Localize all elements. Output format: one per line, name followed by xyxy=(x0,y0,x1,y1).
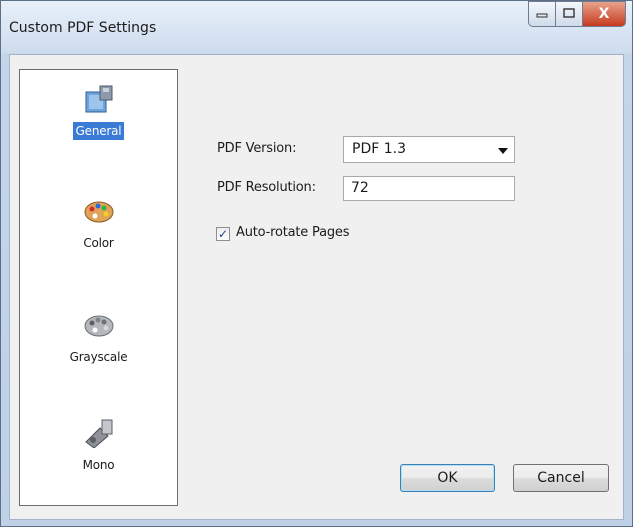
auto-rotate-label[interactable]: Auto-rotate Pages xyxy=(236,225,349,240)
pdf-version-value: PDF 1.3 xyxy=(352,141,406,157)
window-title: Custom PDF Settings xyxy=(9,20,157,36)
pdf-version-select[interactable]: PDF 1.3 xyxy=(343,136,515,163)
mono-icon xyxy=(82,418,116,448)
dialog-client-area: General Color Grayscale Mono PDF Version… xyxy=(9,54,624,520)
auto-rotate-checkbox[interactable]: ✓ xyxy=(216,227,230,241)
sidebar-item-color[interactable]: Color xyxy=(20,196,177,252)
caption-buttons: X xyxy=(528,1,626,27)
sidebar-item-general[interactable]: General xyxy=(20,84,177,140)
dialog-window: Custom PDF Settings X General Color Gray… xyxy=(0,0,633,527)
grayscale-palette-icon xyxy=(82,310,116,340)
sidebar-item-label: Grayscale xyxy=(69,350,128,364)
sidebar-item-label: Color xyxy=(83,236,114,250)
chevron-down-icon[interactable] xyxy=(498,148,508,154)
maximize-button[interactable] xyxy=(556,1,583,27)
check-mark-icon: ✓ xyxy=(217,227,229,241)
pdf-resolution-value: 72 xyxy=(351,180,369,196)
cancel-button[interactable]: Cancel xyxy=(513,464,609,492)
color-palette-icon xyxy=(82,196,116,226)
ok-button[interactable]: OK xyxy=(400,464,495,492)
sidebar-item-label: General xyxy=(72,122,125,140)
pdf-version-label: PDF Version: xyxy=(217,141,297,156)
title-bar[interactable]: Custom PDF Settings X xyxy=(1,1,632,53)
pdf-resolution-label: PDF Resolution: xyxy=(217,180,316,195)
general-settings-icon xyxy=(82,84,116,114)
minimize-button[interactable] xyxy=(528,1,556,27)
sidebar-item-label: Mono xyxy=(82,458,115,472)
pdf-resolution-input[interactable]: 72 xyxy=(343,176,515,201)
maximize-icon xyxy=(563,7,575,21)
close-icon: X xyxy=(598,6,610,22)
sidebar-item-mono[interactable]: Mono xyxy=(20,418,177,474)
minimize-icon xyxy=(536,7,548,21)
settings-sidebar: General Color Grayscale Mono xyxy=(19,69,178,506)
sidebar-item-grayscale[interactable]: Grayscale xyxy=(20,310,177,366)
close-button[interactable]: X xyxy=(583,1,626,27)
